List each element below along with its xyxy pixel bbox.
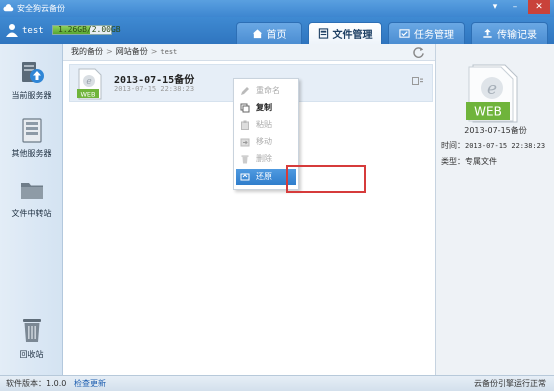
detail-time: 时间：2013-07-15 22:38:23: [441, 140, 545, 151]
tab-home-label: 首页: [266, 30, 287, 41]
detail-time-value: 2013-07-15 22:38:23: [465, 142, 546, 150]
sidebar-item-current-server[interactable]: 当前服务器: [0, 58, 63, 101]
software-version: 软件版本：1.0.0: [6, 379, 67, 388]
header-bar: test 1.26GB/2.00GB 首页 文件管理 任务管理 传输记录: [0, 17, 554, 44]
detail-panel: e WEB 2013-07-15备份 时间：2013-07-15 22:38:2…: [435, 44, 554, 375]
sidebar: 当前服务器 其他服务器 文件中转站 回收站: [0, 44, 63, 375]
breadcrumb-current: test: [160, 48, 178, 56]
restore-icon: [240, 173, 250, 181]
sidebar-item-current-server-label: 当前服务器: [11, 91, 52, 100]
home-icon: [252, 29, 262, 39]
tab-file-manage[interactable]: 文件管理: [308, 22, 382, 44]
refresh-icon[interactable]: [412, 46, 425, 59]
quota-bar: 1.26GB/2.00GB: [52, 25, 121, 35]
window-title: 安全狗云备份: [17, 4, 65, 13]
sidebar-item-other-servers-label: 其他服务器: [11, 149, 52, 158]
quota-text: 1.26GB/2.00GB: [58, 25, 121, 34]
web-badge-large: WEB: [474, 105, 502, 119]
menu-icon[interactable]: ▾: [486, 0, 504, 14]
server-rack-icon: [21, 118, 42, 143]
breadcrumb-my-backup[interactable]: 我的备份: [71, 47, 103, 56]
menu-item-rename[interactable]: 重命名: [236, 83, 296, 99]
tab-task-manage[interactable]: 任务管理: [388, 22, 465, 44]
menu-item-copy[interactable]: 复制: [236, 100, 296, 116]
more-options-icon[interactable]: [412, 77, 424, 85]
check-update-link[interactable]: 检查更新: [74, 376, 106, 391]
sidebar-item-file-transfer[interactable]: 文件中转站: [0, 176, 63, 219]
username: test: [22, 26, 44, 36]
menu-item-copy-label: 复制: [256, 103, 272, 112]
sidebar-item-file-transfer-label: 文件中转站: [11, 209, 52, 218]
file-manage-icon: [318, 28, 328, 39]
web-badge: WEB: [81, 91, 96, 99]
file-time: 2013-07-15 22:38:23: [114, 85, 195, 93]
svg-text:e: e: [86, 77, 91, 87]
menu-item-paste[interactable]: 粘贴: [236, 117, 296, 133]
breadcrumb: 我的备份 > 网站备份 > test: [63, 44, 435, 61]
user-icon: [6, 24, 18, 37]
engine-status: 云备份引擎运行正常: [474, 379, 546, 388]
task-icon: [399, 29, 410, 38]
menu-item-move-label: 移动: [256, 137, 272, 146]
move-icon: [240, 138, 250, 147]
detail-type: 类型：专属文件: [441, 156, 497, 167]
detail-type-label: 类型：: [441, 157, 465, 166]
menu-item-delete-label: 删除: [256, 154, 272, 163]
status-bar: 软件版本：1.0.0 检查更新 云备份引擎运行正常: [0, 375, 554, 391]
detail-file-name: 2013-07-15备份: [464, 126, 527, 135]
folder-icon: [20, 183, 43, 199]
menu-item-rename-label: 重命名: [256, 86, 280, 95]
copy-icon: [240, 103, 250, 113]
sidebar-item-recycle-bin[interactable]: 回收站: [0, 315, 63, 360]
tab-transfer-log-label: 传输记录: [497, 30, 537, 41]
cloud-app-icon: [3, 4, 14, 12]
server-upload-icon: [21, 62, 44, 83]
tab-file-manage-label: 文件管理: [332, 30, 373, 41]
pencil-icon: [241, 87, 249, 95]
paste-icon: [241, 120, 249, 130]
sidebar-item-other-servers[interactable]: 其他服务器: [0, 116, 63, 159]
highlight-annotation: [286, 165, 366, 193]
tab-home[interactable]: 首页: [236, 22, 302, 44]
detail-time-label: 时间：: [441, 141, 465, 150]
upload-icon: [483, 28, 492, 38]
svg-text:e: e: [487, 79, 497, 99]
close-icon[interactable]: ✕: [528, 0, 550, 14]
menu-item-move[interactable]: 移动: [236, 134, 296, 150]
web-file-large-icon: e WEB: [466, 64, 518, 123]
file-name: 2013-07-15备份: [114, 75, 195, 86]
trash-icon: [22, 319, 41, 342]
menu-item-restore-label: 还原: [256, 172, 272, 181]
web-file-icon: e WEB: [77, 68, 102, 100]
tab-transfer-log[interactable]: 传输记录: [471, 22, 548, 44]
sidebar-item-recycle-bin-label: 回收站: [19, 350, 44, 359]
breadcrumb-separator: >: [106, 47, 113, 56]
tab-task-manage-label: 任务管理: [414, 30, 454, 41]
breadcrumb-site-backup[interactable]: 网站备份: [116, 47, 148, 56]
detail-type-value: 专属文件: [465, 157, 497, 166]
title-bar: 安全狗云备份 ▾ – ✕: [0, 0, 554, 17]
breadcrumb-separator: >: [150, 47, 158, 56]
delete-icon: [241, 155, 249, 164]
menu-item-paste-label: 粘贴: [256, 120, 272, 129]
minimize-icon[interactable]: –: [506, 0, 524, 14]
